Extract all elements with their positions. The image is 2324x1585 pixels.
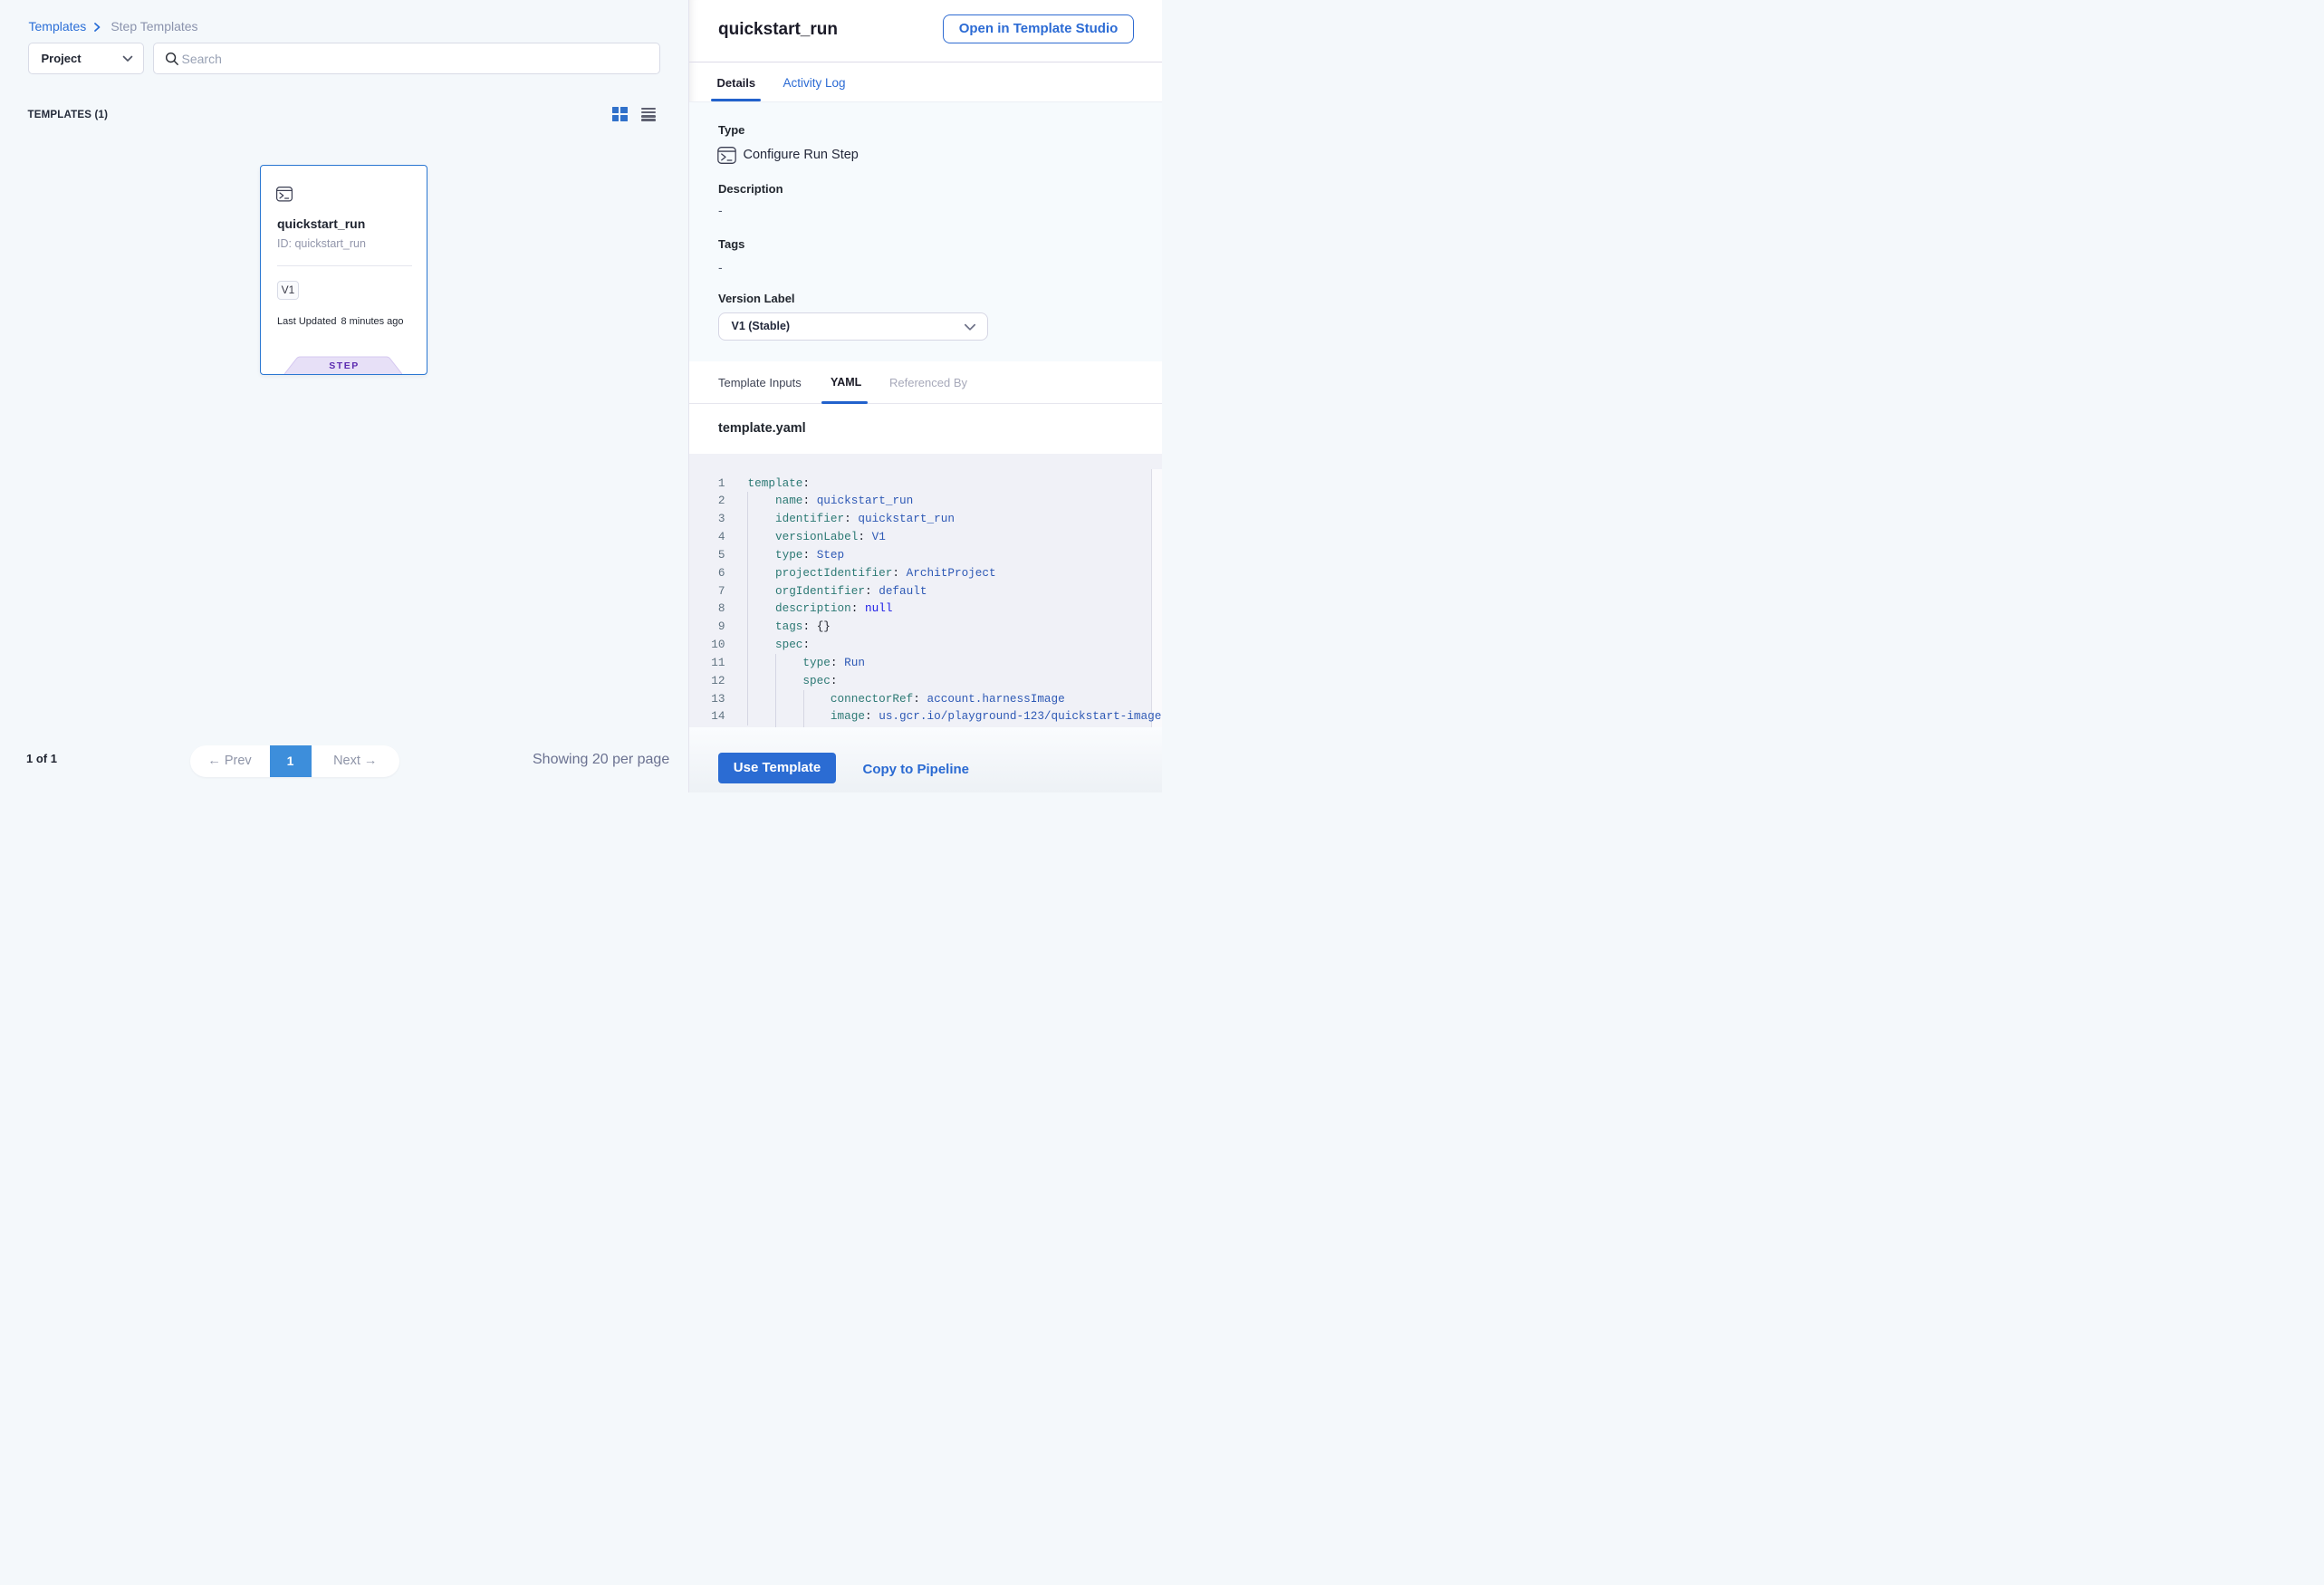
svg-text:STEP: STEP	[330, 360, 360, 371]
